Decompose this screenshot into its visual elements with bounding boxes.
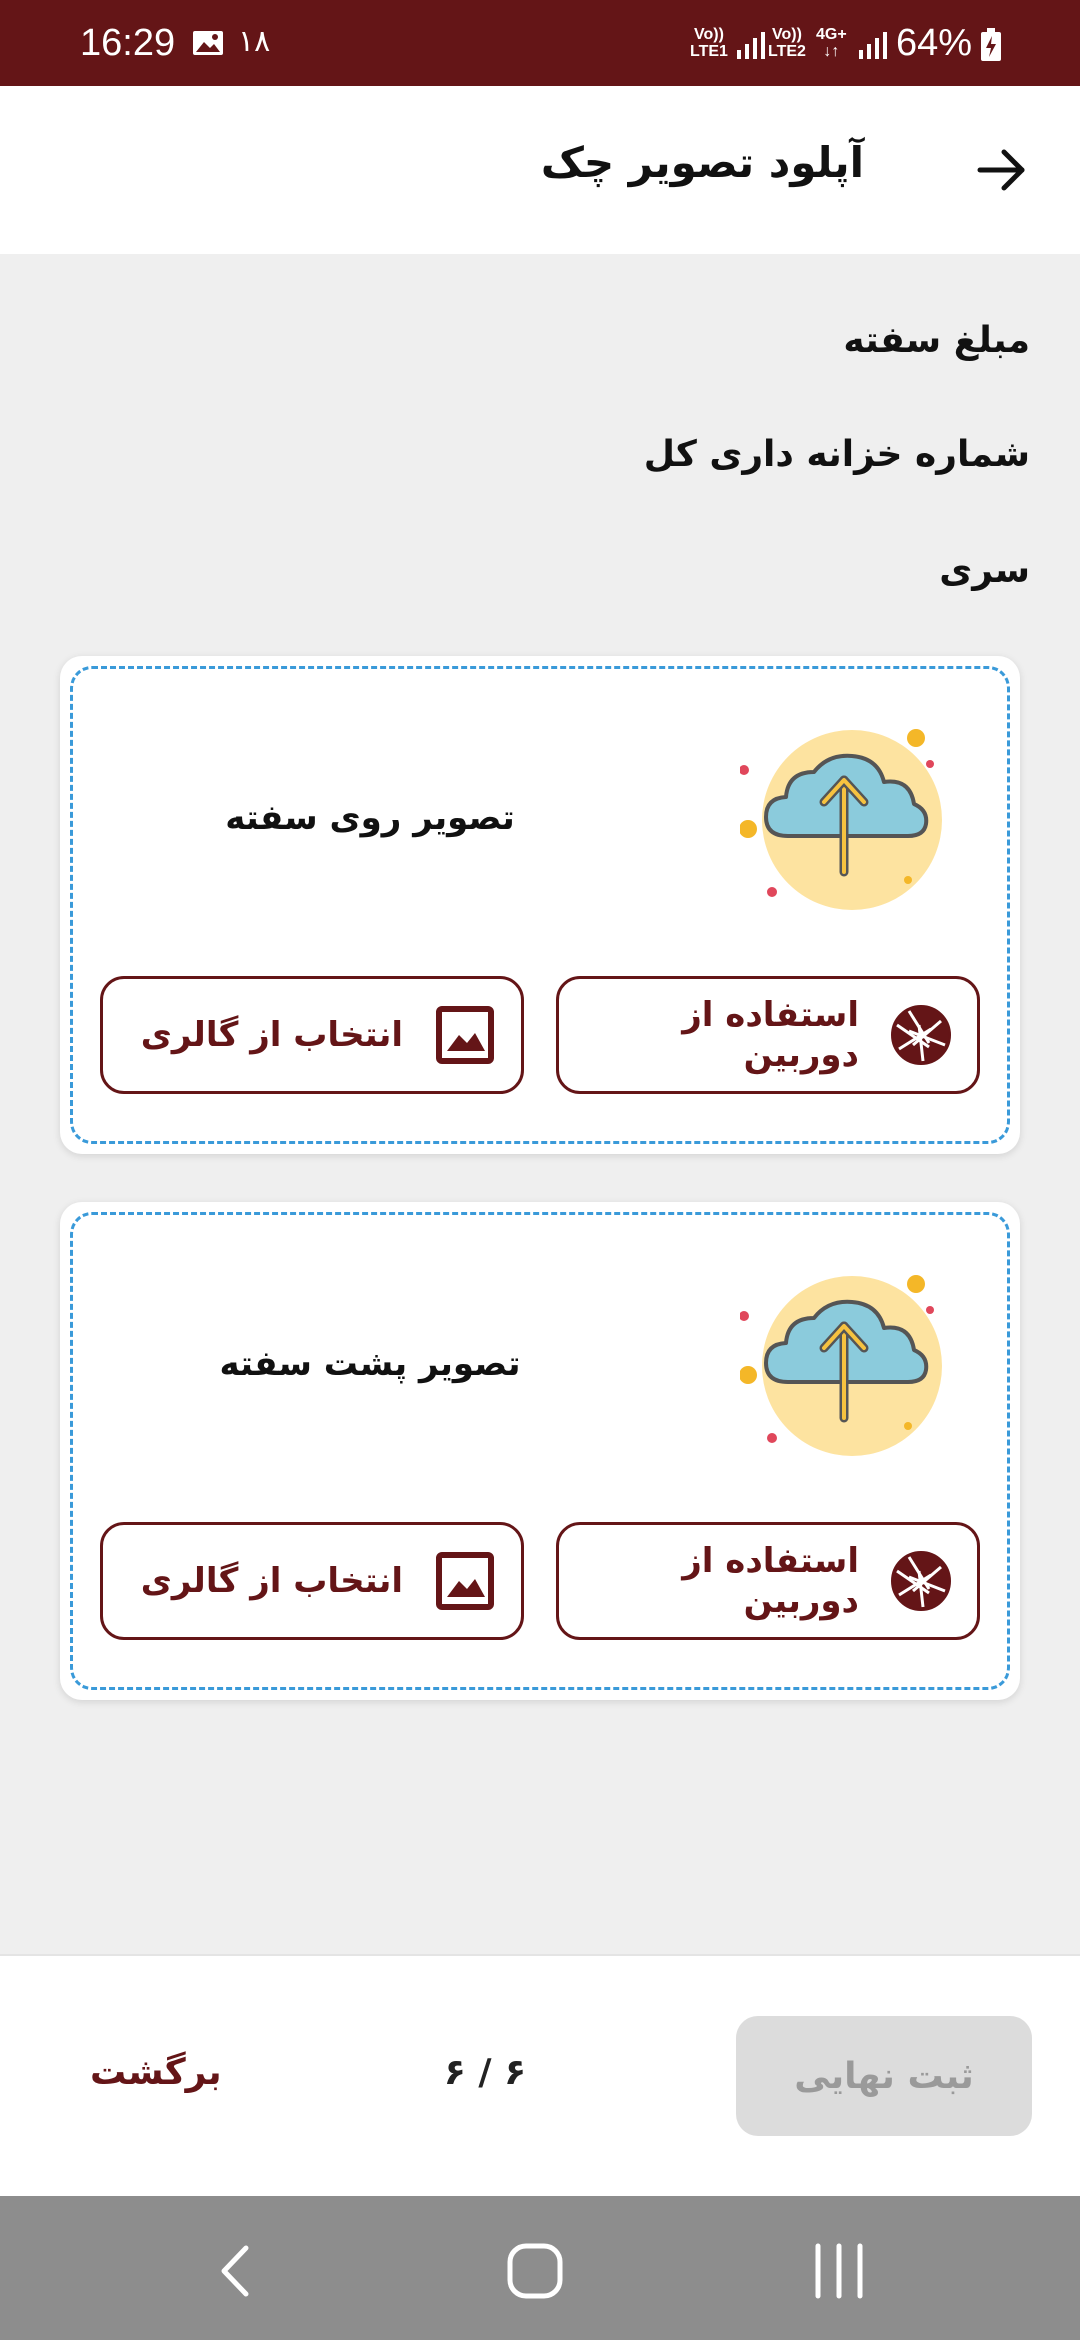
bottom-action-bar: ثبت نهایی ۶ / ۶ برگشت xyxy=(0,1954,1080,2196)
camera-shutter-icon xyxy=(891,1551,951,1611)
camera-button-label: استفاده از دوربین xyxy=(682,1541,859,1621)
step-indicator: ۶ / ۶ xyxy=(443,2052,527,2093)
gallery-button[interactable]: انتخاب از گالری xyxy=(100,976,524,1094)
gallery-button-label: انتخاب از گالری xyxy=(140,1015,403,1055)
image-gallery-icon xyxy=(436,1552,494,1610)
submit-final-button[interactable]: ثبت نهایی xyxy=(736,2016,1032,2136)
gallery-button[interactable]: انتخاب از گالری xyxy=(100,1522,524,1640)
nav-home-icon[interactable] xyxy=(500,2236,570,2306)
nav-back-icon[interactable] xyxy=(200,2236,270,2306)
status-bar: 16:29 ۱۸ Vo)) LTE1 Vo)) LTE2 4G+ ↓↑ 64% xyxy=(0,0,1080,86)
camera-button[interactable]: استفاده از دوربین xyxy=(556,1522,980,1640)
back-button[interactable]: برگشت xyxy=(90,2052,222,2093)
upload-card-back: تصویر پشت سفته استفاده از دوربین انتخاب … xyxy=(60,1202,1020,1700)
battery-percent: 64% xyxy=(896,22,973,64)
camera-shutter-icon xyxy=(891,1005,951,1065)
battery-charging-icon xyxy=(981,28,1001,61)
card-title: تصویر پشت سفته xyxy=(219,1344,521,1384)
series-label: سری xyxy=(939,550,1030,591)
status-time: 16:29 xyxy=(80,22,176,64)
sim1-indicator: Vo)) LTE1 xyxy=(690,26,728,60)
sim2-indicator: Vo)) LTE2 xyxy=(768,26,806,60)
signal-bars-icon-2 xyxy=(859,32,887,59)
gallery-button-label: انتخاب از گالری xyxy=(140,1561,403,1601)
treasury-number-label: شماره خزانه داری کل xyxy=(643,434,1030,475)
image-notification-icon xyxy=(193,31,223,55)
cloud-upload-icon xyxy=(740,729,942,910)
image-gallery-icon xyxy=(436,1006,494,1064)
network-type: 4G+ ↓↑ xyxy=(816,26,847,60)
card-title: تصویر روی سفته xyxy=(225,798,515,838)
camera-button-label: استفاده از دوربین xyxy=(682,995,859,1075)
nav-recents-icon[interactable] xyxy=(804,2236,874,2306)
page-title: آپلود تصویر چک xyxy=(540,138,864,187)
system-navigation-bar xyxy=(0,2196,1080,2340)
app-header: آپلود تصویر چک xyxy=(0,86,1080,254)
arrow-right-icon[interactable] xyxy=(974,142,1030,198)
notification-count: ۱۸ xyxy=(238,24,271,59)
cloud-upload-icon xyxy=(740,1275,942,1456)
upload-card-front: تصویر روی سفته استفاده از دوربین انتخاب … xyxy=(60,656,1020,1154)
camera-button[interactable]: استفاده از دوربین xyxy=(556,976,980,1094)
signal-bars-icon xyxy=(737,32,765,59)
amount-label: مبلغ سفته xyxy=(843,320,1030,361)
